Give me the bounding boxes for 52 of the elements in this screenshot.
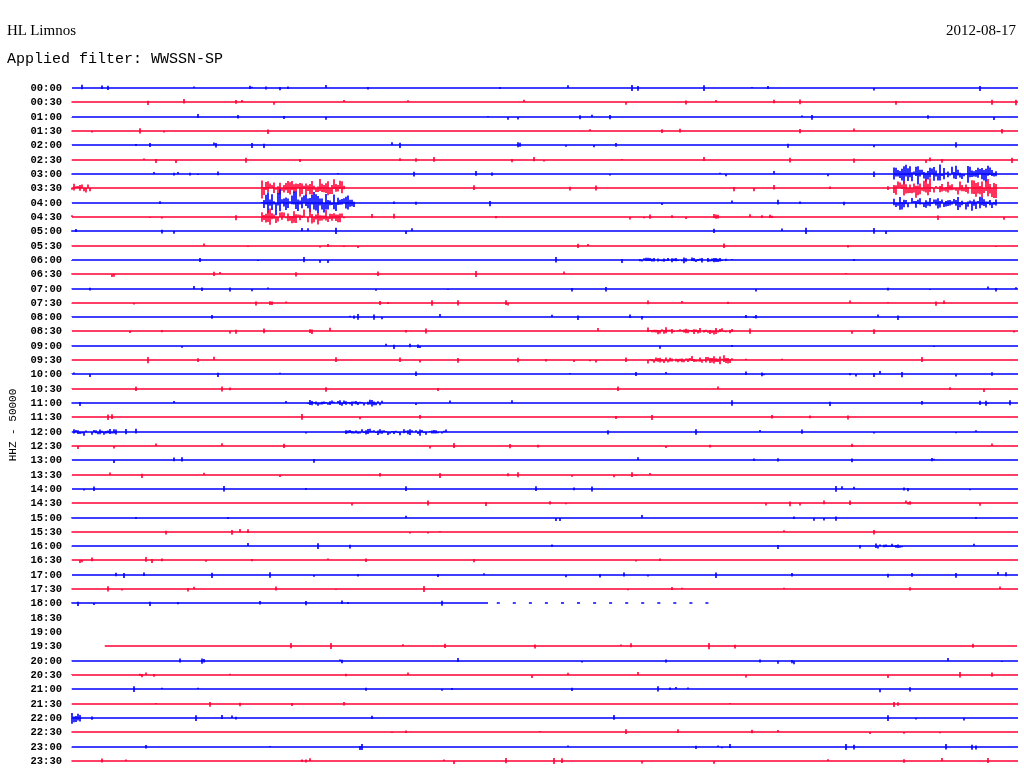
time-label: 17:30 [29, 583, 62, 596]
time-label: 13:00 [29, 454, 62, 467]
time-label: 00:30 [29, 96, 62, 109]
time-label: 17:00 [29, 568, 62, 581]
time-label: 15:30 [29, 525, 62, 538]
time-label: 11:30 [29, 411, 62, 424]
axis-label: HHZ - 50000 [7, 388, 19, 461]
time-label: 02:00 [29, 139, 62, 152]
time-label: 15:00 [29, 511, 62, 524]
time-label: 14:00 [29, 482, 62, 495]
time-label: 04:00 [29, 196, 62, 209]
time-label: 04:30 [29, 210, 62, 223]
time-label: 23:30 [29, 754, 62, 767]
station-title: HL Limnos [7, 21, 77, 40]
time-label: 01:30 [29, 125, 62, 138]
time-label: 10:00 [29, 368, 62, 381]
time-label: 06:00 [29, 253, 62, 266]
time-label: 11:00 [29, 397, 62, 410]
time-label: 12:00 [29, 425, 62, 438]
time-label: 16:00 [29, 540, 62, 553]
time-label: 18:30 [29, 611, 62, 624]
time-label: 05:30 [29, 239, 62, 252]
time-label: 00:00 [29, 82, 62, 95]
time-label: 08:30 [29, 325, 62, 338]
time-label: 20:30 [29, 668, 62, 681]
time-label: 13:30 [29, 468, 62, 481]
time-label: 22:00 [29, 711, 62, 724]
time-label: 22:30 [29, 726, 62, 739]
time-label: 09:00 [29, 339, 62, 352]
time-label: 20:00 [29, 654, 62, 667]
time-label: 23:00 [29, 740, 62, 753]
time-label: 21:00 [29, 683, 62, 696]
time-label: 18:00 [29, 597, 62, 610]
time-label: 21:30 [29, 697, 62, 710]
time-label: 16:30 [29, 554, 62, 567]
time-label: 08:00 [29, 311, 62, 324]
time-label: 07:00 [29, 282, 62, 295]
time-label: 10:30 [29, 382, 62, 395]
time-label: 07:30 [29, 296, 62, 309]
filter-label: Applied filter: WWSSN-SP [7, 50, 225, 70]
date-label: 2012-08-17 [946, 21, 1016, 40]
time-label: 01:00 [29, 110, 62, 123]
time-label: 09:30 [29, 354, 62, 367]
time-label: 12:30 [29, 439, 62, 452]
time-label: 05:00 [29, 225, 62, 238]
time-label: 03:30 [29, 182, 62, 195]
time-label: 06:30 [29, 268, 62, 281]
time-label: 14:30 [29, 497, 62, 510]
time-label: 03:00 [29, 168, 62, 181]
time-label: 19:30 [29, 640, 62, 653]
time-label: 19:00 [29, 626, 62, 639]
time-label: 02:30 [29, 153, 62, 166]
